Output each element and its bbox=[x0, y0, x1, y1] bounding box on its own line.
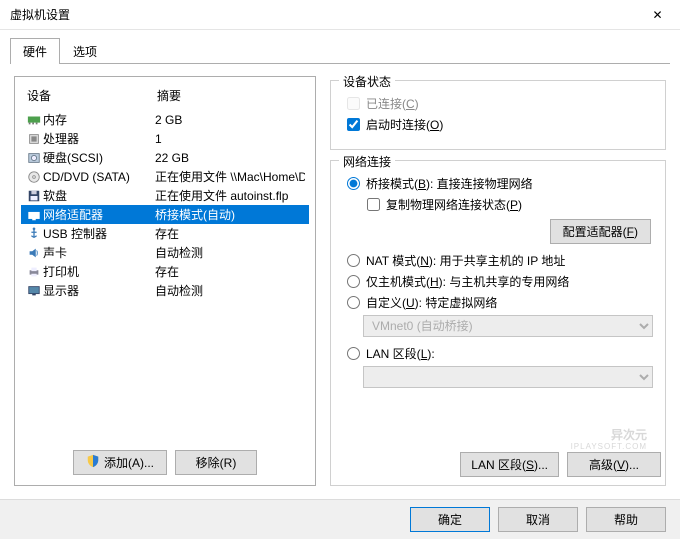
hardware-name: 打印机 bbox=[43, 263, 155, 280]
hardware-name: CD/DVD (SATA) bbox=[43, 170, 155, 184]
network-bottom-buttons: LAN 区段(S)... 高级(V)... bbox=[460, 452, 661, 477]
device-status-group: 设备状态 已连接(C) 启动时连接(O) bbox=[330, 80, 666, 150]
cd-icon bbox=[25, 170, 43, 184]
network-connection-group: 网络连接 桥接模式(B): 直接连接物理网络 复制物理网络连接状态(P) 配置适… bbox=[330, 160, 666, 486]
hardware-summary: 桥接模式(自动) bbox=[155, 206, 305, 223]
hardware-summary: 22 GB bbox=[155, 151, 305, 165]
hardware-list-header: 设备 摘要 bbox=[21, 85, 309, 110]
hardware-summary: 存在 bbox=[155, 263, 305, 280]
display-icon bbox=[25, 284, 43, 298]
dialog-button-bar: 确定 取消 帮助 bbox=[0, 499, 680, 539]
custom-label: 自定义(U): 特定虚拟网络 bbox=[366, 294, 497, 311]
hardware-row-floppy[interactable]: 软盘正在使用文件 autoinst.flp bbox=[21, 186, 309, 205]
custom-vmnet-select: VMnet0 (自动桥接) bbox=[363, 315, 653, 337]
printer-icon bbox=[25, 265, 43, 279]
hardware-name: 声卡 bbox=[43, 244, 155, 261]
hardware-summary: 正在使用文件 autoinst.flp bbox=[155, 187, 305, 204]
configure-adapter-button[interactable]: 配置适配器(F) bbox=[550, 219, 651, 244]
hardware-row-memory[interactable]: 内存2 GB bbox=[21, 110, 309, 129]
lan-radio-row[interactable]: LAN 区段(L): bbox=[343, 343, 653, 364]
connected-checkbox-row: 已连接(C) bbox=[343, 93, 653, 114]
connect-poweron-checkbox[interactable] bbox=[347, 118, 360, 131]
hardware-row-display[interactable]: 显示器自动检测 bbox=[21, 281, 309, 300]
custom-radio-row[interactable]: 自定义(U): 特定虚拟网络 bbox=[343, 292, 653, 313]
hardware-row-cpu[interactable]: 处理器1 bbox=[21, 129, 309, 148]
connected-label: 已连接(C) bbox=[366, 95, 419, 112]
custom-radio[interactable] bbox=[347, 296, 360, 309]
hdd-icon bbox=[25, 151, 43, 165]
hardware-summary: 自动检测 bbox=[155, 244, 305, 261]
hardware-row-usb[interactable]: USB 控制器存在 bbox=[21, 224, 309, 243]
usb-icon bbox=[25, 227, 43, 241]
hardware-list[interactable]: 内存2 GB处理器1硬盘(SCSI)22 GBCD/DVD (SATA)正在使用… bbox=[21, 110, 309, 442]
hardware-row-net[interactable]: 网络适配器桥接模式(自动) bbox=[21, 205, 309, 224]
watermark: 异次元 IPLAYSOFT.COM bbox=[571, 423, 647, 451]
window-title: 虚拟机设置 bbox=[10, 6, 70, 23]
hardware-name: 处理器 bbox=[43, 130, 155, 147]
hardware-name: 网络适配器 bbox=[43, 206, 155, 223]
hardware-summary: 正在使用文件 \\Mac\Home\D bbox=[155, 168, 305, 185]
connected-checkbox bbox=[347, 97, 360, 110]
close-button[interactable]: ✕ bbox=[635, 0, 680, 30]
header-summary: 摘要 bbox=[157, 87, 181, 104]
memory-icon bbox=[25, 113, 43, 127]
nat-radio[interactable] bbox=[347, 254, 360, 267]
hardware-summary: 自动检测 bbox=[155, 282, 305, 299]
replicate-row[interactable]: 复制物理网络连接状态(P) bbox=[363, 194, 653, 215]
hostonly-label: 仅主机模式(H): 与主机共享的专用网络 bbox=[366, 273, 569, 290]
help-button[interactable]: 帮助 bbox=[586, 507, 666, 532]
cancel-button[interactable]: 取消 bbox=[498, 507, 578, 532]
network-connection-title: 网络连接 bbox=[339, 153, 395, 170]
replicate-checkbox[interactable] bbox=[367, 198, 380, 211]
lan-segments-button[interactable]: LAN 区段(S)... bbox=[460, 452, 559, 477]
floppy-icon bbox=[25, 189, 43, 203]
hardware-name: USB 控制器 bbox=[43, 225, 155, 242]
settings-panel: 设备状态 已连接(C) 启动时连接(O) 网络连接 桥接模式(B): 直接连接物… bbox=[330, 76, 666, 486]
hardware-name: 硬盘(SCSI) bbox=[43, 149, 155, 166]
hardware-row-sound[interactable]: 声卡自动检测 bbox=[21, 243, 309, 262]
hardware-buttons: 添加(A)... 移除(R) bbox=[21, 442, 309, 477]
hardware-summary: 1 bbox=[155, 132, 305, 146]
hardware-row-printer[interactable]: 打印机存在 bbox=[21, 262, 309, 281]
tab-options[interactable]: 选项 bbox=[60, 38, 110, 64]
lan-segment-select bbox=[363, 366, 653, 388]
sound-icon bbox=[25, 246, 43, 260]
bridged-label: 桥接模式(B): 直接连接物理网络 bbox=[366, 175, 533, 192]
content-area: 设备 摘要 内存2 GB处理器1硬盘(SCSI)22 GBCD/DVD (SAT… bbox=[0, 64, 680, 494]
cpu-icon bbox=[25, 132, 43, 146]
bridged-radio[interactable] bbox=[347, 177, 360, 190]
header-device: 设备 bbox=[27, 87, 157, 104]
tab-hardware[interactable]: 硬件 bbox=[10, 38, 60, 64]
bridged-radio-row[interactable]: 桥接模式(B): 直接连接物理网络 bbox=[343, 173, 653, 194]
hardware-name: 显示器 bbox=[43, 282, 155, 299]
device-status-title: 设备状态 bbox=[339, 73, 395, 90]
nat-radio-row[interactable]: NAT 模式(N): 用于共享主机的 IP 地址 bbox=[343, 250, 653, 271]
hardware-name: 内存 bbox=[43, 111, 155, 128]
lan-label: LAN 区段(L): bbox=[366, 345, 435, 362]
nat-label: NAT 模式(N): 用于共享主机的 IP 地址 bbox=[366, 252, 565, 269]
close-icon: ✕ bbox=[652, 8, 662, 22]
lan-radio[interactable] bbox=[347, 347, 360, 360]
hardware-summary: 2 GB bbox=[155, 113, 305, 127]
net-icon bbox=[25, 208, 43, 222]
hostonly-radio-row[interactable]: 仅主机模式(H): 与主机共享的专用网络 bbox=[343, 271, 653, 292]
hardware-row-cd[interactable]: CD/DVD (SATA)正在使用文件 \\Mac\Home\D bbox=[21, 167, 309, 186]
replicate-label: 复制物理网络连接状态(P) bbox=[386, 196, 522, 213]
remove-button[interactable]: 移除(R) bbox=[175, 450, 257, 475]
hostonly-radio[interactable] bbox=[347, 275, 360, 288]
shield-icon bbox=[86, 454, 100, 471]
hardware-summary: 存在 bbox=[155, 225, 305, 242]
hardware-name: 软盘 bbox=[43, 187, 155, 204]
tab-bar: 硬件 选项 bbox=[0, 30, 680, 64]
hardware-row-hdd[interactable]: 硬盘(SCSI)22 GB bbox=[21, 148, 309, 167]
titlebar: 虚拟机设置 ✕ bbox=[0, 0, 680, 30]
hardware-panel: 设备 摘要 内存2 GB处理器1硬盘(SCSI)22 GBCD/DVD (SAT… bbox=[14, 76, 316, 486]
add-button[interactable]: 添加(A)... bbox=[73, 450, 167, 475]
advanced-button[interactable]: 高级(V)... bbox=[567, 452, 661, 477]
connect-poweron-label: 启动时连接(O) bbox=[366, 116, 443, 133]
connect-poweron-row[interactable]: 启动时连接(O) bbox=[343, 114, 653, 135]
ok-button[interactable]: 确定 bbox=[410, 507, 490, 532]
